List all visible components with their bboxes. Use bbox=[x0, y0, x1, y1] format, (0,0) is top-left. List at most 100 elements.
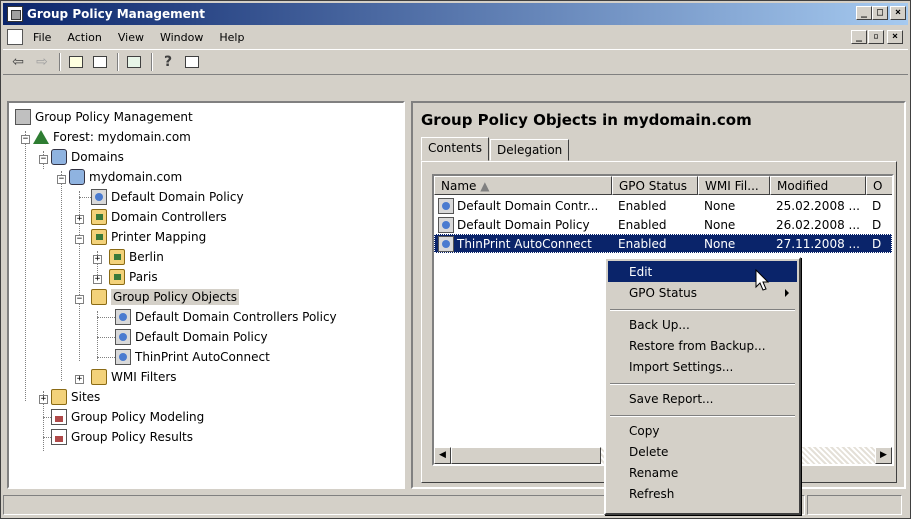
tree-label: Berlin bbox=[129, 250, 164, 264]
menu-separator bbox=[610, 415, 795, 417]
column-wmi-filter[interactable]: WMI Fil... bbox=[698, 176, 770, 195]
tree-label: Printer Mapping bbox=[111, 230, 207, 244]
tree-item-paris[interactable]: Paris bbox=[109, 267, 158, 287]
tree-item-group-policy-objects[interactable]: Group Policy Objects bbox=[91, 287, 240, 307]
collapse-icon[interactable]: − bbox=[57, 175, 66, 184]
collapse-icon[interactable]: − bbox=[75, 235, 84, 244]
cell-name: Default Domain Contr... bbox=[457, 198, 599, 213]
window-title: Group Policy Management bbox=[27, 7, 206, 21]
tree-item-results[interactable]: Group Policy Results bbox=[51, 427, 193, 447]
table-row-selected[interactable]: ThinPrint AutoConnect Enabled None 27.11… bbox=[434, 234, 892, 253]
cell-modified: 26.02.2008 ... bbox=[776, 217, 860, 232]
tree-item-gpo-ddcp[interactable]: Default Domain Controllers Policy bbox=[115, 307, 337, 327]
help-icon[interactable]: ? bbox=[157, 52, 179, 72]
menu-item-save-report[interactable]: Save Report... bbox=[608, 388, 797, 409]
collapse-icon[interactable]: − bbox=[21, 135, 30, 144]
gpo-icon bbox=[115, 309, 131, 325]
wmi-filter-icon bbox=[91, 369, 107, 385]
menu-action[interactable]: Action bbox=[67, 31, 101, 44]
menu-help[interactable]: Help bbox=[219, 31, 244, 44]
tree-item-sites[interactable]: Sites bbox=[51, 387, 100, 407]
tree-item-wmi-filters[interactable]: WMI Filters bbox=[91, 367, 177, 387]
scroll-left-button[interactable]: ◀ bbox=[434, 447, 451, 464]
tree-item-forest[interactable]: Forest: mydomain.com bbox=[33, 127, 191, 147]
tab-contents[interactable]: Contents bbox=[421, 137, 489, 161]
tree-item-gpo-ddp[interactable]: Default Domain Policy bbox=[115, 327, 268, 347]
tree-label: WMI Filters bbox=[111, 370, 177, 384]
table-row[interactable]: Default Domain Contr... Enabled None 25.… bbox=[434, 196, 892, 215]
table-row[interactable]: Default Domain Policy Enabled None 26.02… bbox=[434, 215, 892, 234]
menu-item-import[interactable]: Import Settings... bbox=[608, 356, 797, 377]
menu-item-delete[interactable]: Delete bbox=[608, 441, 797, 462]
minimize-button[interactable]: _ bbox=[856, 6, 872, 20]
toolbar-separator bbox=[59, 53, 61, 71]
tree-label: Domains bbox=[71, 150, 124, 164]
collapse-icon[interactable]: − bbox=[75, 295, 84, 304]
tree-label: mydomain.com bbox=[89, 170, 183, 184]
child-restore-button[interactable]: ▫ bbox=[868, 30, 884, 44]
forest-icon bbox=[33, 130, 49, 144]
cell-status: Enabled bbox=[618, 217, 667, 232]
menu-item-rename[interactable]: Rename bbox=[608, 462, 797, 483]
column-modified[interactable]: Modified bbox=[770, 176, 866, 195]
tree-item-gpo-thinprint[interactable]: ThinPrint AutoConnect bbox=[115, 347, 270, 367]
main-window: Group Policy Management _ □ × File Actio… bbox=[0, 0, 911, 519]
tab-delegation[interactable]: Delegation bbox=[489, 139, 570, 161]
show-hide-tree-icon[interactable] bbox=[89, 52, 111, 72]
tree-label: Default Domain Controllers Policy bbox=[135, 310, 337, 324]
tree-item-berlin[interactable]: Berlin bbox=[109, 247, 164, 267]
tree-item-domains[interactable]: Domains bbox=[51, 147, 124, 167]
cell-wmi: None bbox=[704, 236, 736, 251]
forward-icon[interactable]: ⇨ bbox=[31, 52, 53, 72]
menu-separator bbox=[610, 383, 795, 385]
expand-icon[interactable]: + bbox=[39, 395, 48, 404]
mdi-child-icon[interactable] bbox=[7, 29, 23, 45]
maximize-button[interactable]: □ bbox=[872, 6, 888, 20]
menu-item-refresh[interactable]: Refresh bbox=[608, 483, 797, 504]
menu-item-back-up[interactable]: Back Up... bbox=[608, 314, 797, 335]
menu-view[interactable]: View bbox=[118, 31, 144, 44]
tree-item-printer-mapping[interactable]: Printer Mapping bbox=[91, 227, 206, 247]
back-icon[interactable]: ⇦ bbox=[7, 52, 29, 72]
expand-icon[interactable]: + bbox=[93, 275, 102, 284]
close-button[interactable]: × bbox=[890, 6, 906, 20]
expand-icon[interactable]: + bbox=[75, 215, 84, 224]
column-gpo-status[interactable]: GPO Status bbox=[612, 176, 698, 195]
scroll-thumb[interactable] bbox=[451, 447, 601, 464]
tree-root[interactable]: Group Policy Management bbox=[15, 107, 193, 127]
gpm-icon bbox=[15, 109, 31, 125]
up-folder-icon[interactable] bbox=[65, 52, 87, 72]
tree-item-default-domain-policy-link[interactable]: Default Domain Policy bbox=[91, 187, 244, 207]
status-cell bbox=[3, 495, 703, 515]
menu-item-restore[interactable]: Restore from Backup... bbox=[608, 335, 797, 356]
domain-icon bbox=[69, 169, 85, 185]
expand-icon[interactable]: + bbox=[75, 375, 84, 384]
column-name[interactable]: Name ▲ bbox=[434, 176, 612, 195]
child-minimize-button[interactable]: _ bbox=[851, 30, 867, 44]
properties-icon[interactable] bbox=[181, 52, 203, 72]
tree-label: Group Policy Management bbox=[35, 110, 193, 124]
menu-file[interactable]: File bbox=[33, 31, 51, 44]
expand-icon[interactable]: + bbox=[93, 255, 102, 264]
mouse-pointer-icon bbox=[755, 269, 770, 291]
toolbar-separator bbox=[151, 53, 153, 71]
menu-item-copy[interactable]: Copy bbox=[608, 420, 797, 441]
child-close-button[interactable]: × bbox=[887, 30, 903, 44]
column-owner[interactable]: O bbox=[866, 176, 892, 195]
tree-item-domain-controllers[interactable]: Domain Controllers bbox=[91, 207, 227, 227]
menu-separator bbox=[610, 309, 795, 311]
tree-item-modeling[interactable]: Group Policy Modeling bbox=[51, 407, 204, 427]
ou-icon bbox=[109, 249, 125, 265]
tree-label: Group Policy Results bbox=[71, 430, 194, 444]
cell-status: Enabled bbox=[618, 236, 667, 251]
tree-item-domain[interactable]: mydomain.com bbox=[69, 167, 182, 187]
gpo-icon bbox=[115, 349, 131, 365]
menu-window[interactable]: Window bbox=[160, 31, 203, 44]
gpm-app-icon[interactable] bbox=[7, 6, 23, 22]
refresh-icon[interactable] bbox=[123, 52, 145, 72]
console-tree[interactable]: Group Policy Management − Forest: mydoma… bbox=[7, 101, 405, 489]
title-bar[interactable]: Group Policy Management _ □ × bbox=[3, 3, 908, 25]
collapse-icon[interactable]: − bbox=[39, 155, 48, 164]
context-menu: Edit GPO Status Back Up... Restore from … bbox=[604, 257, 801, 515]
scroll-right-button[interactable]: ▶ bbox=[875, 447, 892, 464]
